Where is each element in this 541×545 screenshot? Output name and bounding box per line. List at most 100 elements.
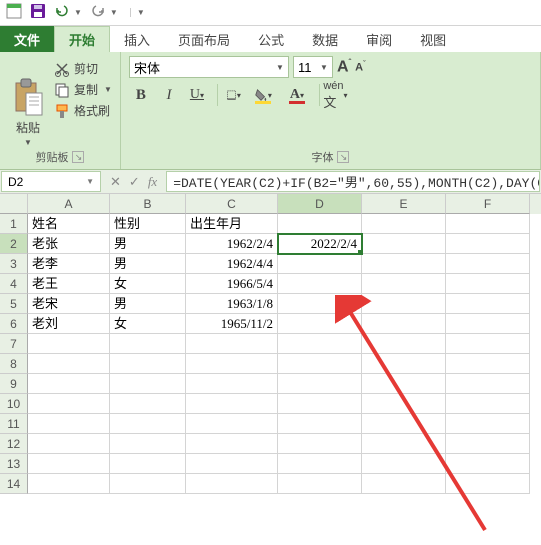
name-box[interactable]: D2▼ xyxy=(1,171,101,192)
cell-B8[interactable] xyxy=(110,354,186,374)
spreadsheet-grid[interactable]: ABCDEF 1姓名性别出生年月2老张男1962/2/42022/2/43老李男… xyxy=(0,194,541,494)
cell-F13[interactable] xyxy=(446,454,530,474)
cell-B3[interactable]: 男 xyxy=(110,254,186,274)
redo-icon[interactable] xyxy=(90,3,106,22)
cell-C7[interactable] xyxy=(186,334,278,354)
cell-B11[interactable] xyxy=(110,414,186,434)
row-header-13[interactable]: 13 xyxy=(0,454,28,474)
clipboard-dialog-launcher[interactable]: ↘ xyxy=(72,151,84,163)
tab-formulas[interactable]: 公式 xyxy=(244,26,298,52)
font-size-select[interactable]: 11▼ xyxy=(293,56,333,78)
row-header-10[interactable]: 10 xyxy=(0,394,28,414)
cell-A2[interactable]: 老张 xyxy=(28,234,110,254)
cell-B2[interactable]: 男 xyxy=(110,234,186,254)
row-header-7[interactable]: 7 xyxy=(0,334,28,354)
tab-home[interactable]: 开始 xyxy=(54,26,110,52)
cell-E7[interactable] xyxy=(362,334,446,354)
column-header-A[interactable]: A xyxy=(28,194,110,214)
row-header-8[interactable]: 8 xyxy=(0,354,28,374)
cell-A9[interactable] xyxy=(28,374,110,394)
cancel-formula-icon[interactable]: ✕ xyxy=(110,174,121,190)
cell-A12[interactable] xyxy=(28,434,110,454)
bold-button[interactable]: B xyxy=(129,84,153,106)
column-header-B[interactable]: B xyxy=(110,194,186,214)
column-header-F[interactable]: F xyxy=(446,194,530,214)
cell-C8[interactable] xyxy=(186,354,278,374)
cell-B13[interactable] xyxy=(110,454,186,474)
fill-color-button[interactable]: ▾ xyxy=(251,84,275,106)
cell-F10[interactable] xyxy=(446,394,530,414)
cell-F8[interactable] xyxy=(446,354,530,374)
font-dialog-launcher[interactable]: ↘ xyxy=(337,151,349,163)
cell-D5[interactable] xyxy=(278,294,362,314)
column-header-C[interactable]: C xyxy=(186,194,278,214)
cell-A1[interactable]: 姓名 xyxy=(28,214,110,234)
cell-D4[interactable] xyxy=(278,274,362,294)
column-header-E[interactable]: E xyxy=(362,194,446,214)
cell-E4[interactable] xyxy=(362,274,446,294)
cell-A10[interactable] xyxy=(28,394,110,414)
cell-B10[interactable] xyxy=(110,394,186,414)
qat-customize-dropdown[interactable]: ▼ xyxy=(130,8,145,17)
cell-D14[interactable] xyxy=(278,474,362,494)
row-header-3[interactable]: 3 xyxy=(0,254,28,274)
cell-D13[interactable] xyxy=(278,454,362,474)
select-all-corner[interactable] xyxy=(0,194,28,214)
cell-C14[interactable] xyxy=(186,474,278,494)
cell-A5[interactable]: 老宋 xyxy=(28,294,110,314)
cell-C11[interactable] xyxy=(186,414,278,434)
cell-D1[interactable] xyxy=(278,214,362,234)
cell-E3[interactable] xyxy=(362,254,446,274)
cell-B9[interactable] xyxy=(110,374,186,394)
cell-E11[interactable] xyxy=(362,414,446,434)
cell-D8[interactable] xyxy=(278,354,362,374)
accept-formula-icon[interactable]: ✓ xyxy=(129,174,140,190)
cell-C12[interactable] xyxy=(186,434,278,454)
cell-A7[interactable] xyxy=(28,334,110,354)
italic-button[interactable]: I xyxy=(157,84,181,106)
cell-B4[interactable]: 女 xyxy=(110,274,186,294)
cell-E9[interactable] xyxy=(362,374,446,394)
cell-F9[interactable] xyxy=(446,374,530,394)
cell-A4[interactable]: 老王 xyxy=(28,274,110,294)
increase-font-icon[interactable]: Aˆ xyxy=(337,58,351,76)
paste-button[interactable]: 粘贴 ▼ xyxy=(8,56,48,147)
row-header-11[interactable]: 11 xyxy=(0,414,28,434)
cell-F1[interactable] xyxy=(446,214,530,234)
tab-file[interactable]: 文件 xyxy=(0,26,54,52)
cell-B5[interactable]: 男 xyxy=(110,294,186,314)
cell-D9[interactable] xyxy=(278,374,362,394)
cell-D3[interactable] xyxy=(278,254,362,274)
cell-E12[interactable] xyxy=(362,434,446,454)
cell-F5[interactable] xyxy=(446,294,530,314)
row-header-6[interactable]: 6 xyxy=(0,314,28,334)
cell-E6[interactable] xyxy=(362,314,446,334)
cell-B6[interactable]: 女 xyxy=(110,314,186,334)
cell-F4[interactable] xyxy=(446,274,530,294)
tab-view[interactable]: 视图 xyxy=(406,26,460,52)
cell-B12[interactable] xyxy=(110,434,186,454)
cell-F2[interactable] xyxy=(446,234,530,254)
cell-D12[interactable] xyxy=(278,434,362,454)
tab-layout[interactable]: 页面布局 xyxy=(164,26,244,52)
border-button[interactable]: ▾ xyxy=(217,84,241,106)
cell-C9[interactable] xyxy=(186,374,278,394)
redo-dropdown[interactable]: ▼ xyxy=(110,8,118,17)
cell-A13[interactable] xyxy=(28,454,110,474)
cell-C4[interactable]: 1966/5/4 xyxy=(186,274,278,294)
cell-A14[interactable] xyxy=(28,474,110,494)
cell-A6[interactable]: 老刘 xyxy=(28,314,110,334)
underline-button[interactable]: U▾ xyxy=(185,84,209,106)
copy-button[interactable]: 复制▼ xyxy=(54,81,112,98)
cell-C10[interactable] xyxy=(186,394,278,414)
cell-B14[interactable] xyxy=(110,474,186,494)
font-name-select[interactable]: 宋体▼ xyxy=(129,56,289,78)
cell-C3[interactable]: 1962/4/4 xyxy=(186,254,278,274)
row-header-9[interactable]: 9 xyxy=(0,374,28,394)
row-header-14[interactable]: 14 xyxy=(0,474,28,494)
save-icon[interactable] xyxy=(30,3,46,22)
phonetic-button[interactable]: wén文▾ xyxy=(319,84,343,106)
cell-E10[interactable] xyxy=(362,394,446,414)
cell-E8[interactable] xyxy=(362,354,446,374)
cell-B1[interactable]: 性别 xyxy=(110,214,186,234)
